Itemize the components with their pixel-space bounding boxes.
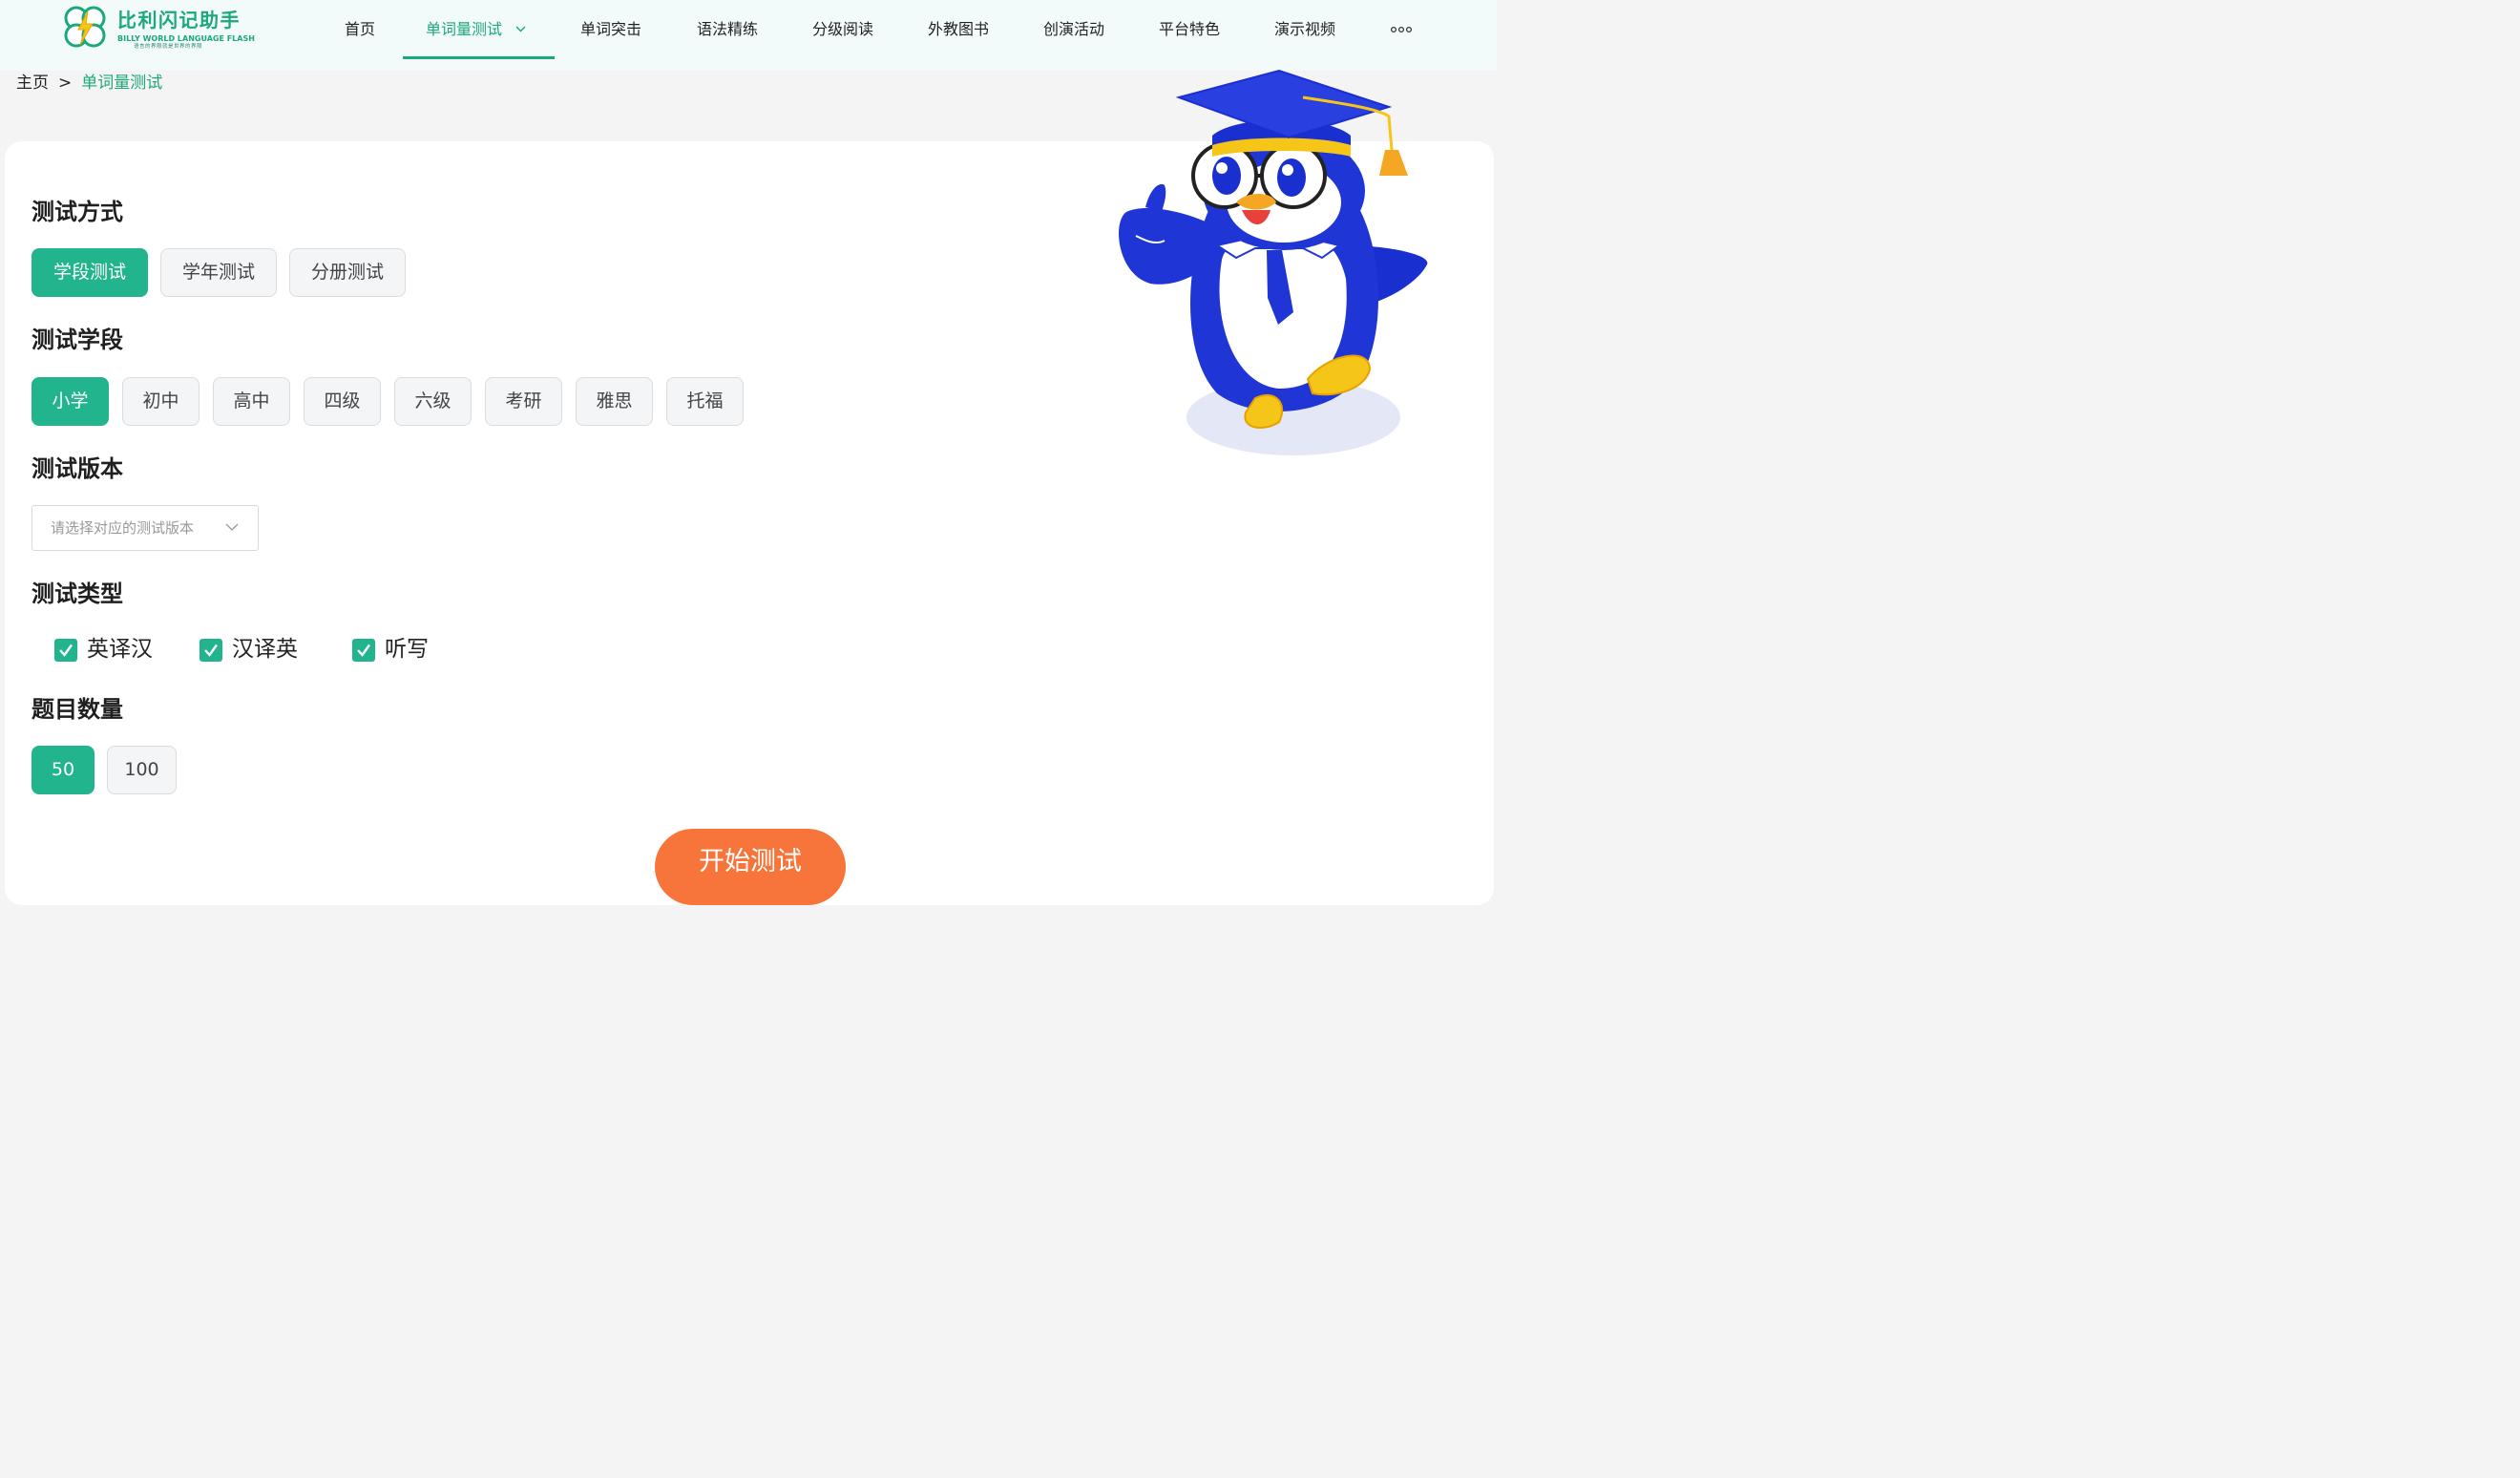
nav-item-features[interactable]: 平台特色 — [1159, 0, 1220, 59]
nav-item-grammar[interactable]: 语法精练 — [697, 0, 758, 59]
checkbox-label: 汉译英 — [232, 637, 298, 662]
option-stage-toefl[interactable]: 托福 — [666, 377, 744, 426]
logo-subtitle: BILLY WORLD LANGUAGE FLASH — [117, 34, 255, 43]
option-stage-ielts[interactable]: 雅思 — [576, 377, 653, 426]
active-nav-underline — [403, 56, 555, 59]
checkbox-label: 听写 — [385, 637, 429, 662]
checkbox-label: 英译汉 — [87, 637, 153, 662]
logo-title: 比利闪记助手 — [117, 9, 241, 32]
nav-item-home[interactable]: 首页 — [345, 0, 375, 59]
breadcrumb-separator: > — [58, 74, 73, 93]
nav-item-label: 单词量测试 — [426, 20, 503, 38]
logo[interactable]: 比利闪记助手 BILLY WORLD LANGUAGE FLASH 语言的界限就… — [59, 4, 260, 52]
version-select-placeholder: 请选择对应的测试版本 — [51, 519, 195, 537]
section-title-method: 测试方式 — [32, 199, 123, 225]
breadcrumb-home[interactable]: 主页 — [16, 74, 49, 93]
checkbox-checked-icon — [200, 639, 222, 662]
chevron-down-icon — [225, 523, 239, 531]
option-stage-primary[interactable]: 小学 — [32, 377, 109, 426]
section-title-version: 测试版本 — [32, 455, 123, 482]
nav-item-foreign-books[interactable]: 外教图书 — [928, 0, 989, 59]
option-stage-test[interactable]: 学段测试 — [32, 248, 148, 297]
checkbox-checked-icon — [352, 639, 375, 662]
section-title-type: 测试类型 — [32, 581, 123, 607]
version-select[interactable]: 请选择对应的测试版本 — [32, 505, 259, 551]
nav-item-demo-video[interactable]: 演示视频 — [1274, 0, 1335, 59]
clover-logo-icon — [64, 6, 106, 48]
option-count-50[interactable]: 50 — [32, 746, 94, 794]
breadcrumb: 主页 > 单词量测试 — [16, 71, 162, 95]
nav-item-word-blitz[interactable]: 单词突击 — [580, 0, 641, 59]
more-dots-icon[interactable] — [1389, 24, 1414, 35]
nav-item-graded-reading[interactable]: 分级阅读 — [812, 0, 873, 59]
breadcrumb-current: 单词量测试 — [81, 74, 163, 93]
nav-item-vocab-test[interactable]: 单词量测试 — [426, 0, 526, 59]
logo-tagline: 语言的界限就是世界的界限 — [134, 44, 203, 50]
checkbox-dictation[interactable]: 听写 — [352, 636, 438, 663]
top-nav-bar: 比利闪记助手 BILLY WORLD LANGUAGE FLASH 语言的界限就… — [0, 0, 1497, 71]
option-year-test[interactable]: 学年测试 — [160, 248, 277, 297]
option-stage-cet4[interactable]: 四级 — [304, 377, 381, 426]
checkbox-en-to-zh[interactable]: 英译汉 — [54, 636, 159, 663]
option-stage-postgrad[interactable]: 考研 — [485, 377, 562, 426]
section-title-stage: 测试学段 — [32, 327, 123, 353]
nav-item-activities[interactable]: 创演活动 — [1043, 0, 1104, 59]
option-count-100[interactable]: 100 — [107, 746, 177, 794]
option-volume-test[interactable]: 分册测试 — [289, 248, 406, 297]
option-stage-senior[interactable]: 高中 — [213, 377, 290, 426]
penguin-mascot-illustration — [1119, 69, 1428, 455]
checkbox-zh-to-en[interactable]: 汉译英 — [200, 636, 304, 663]
option-stage-junior[interactable]: 初中 — [122, 377, 200, 426]
start-test-button[interactable]: 开始测试 — [655, 829, 846, 905]
section-title-count: 题目数量 — [32, 696, 123, 723]
chevron-down-icon — [515, 26, 526, 32]
checkbox-checked-icon — [54, 639, 77, 662]
option-stage-cet6[interactable]: 六级 — [394, 377, 472, 426]
